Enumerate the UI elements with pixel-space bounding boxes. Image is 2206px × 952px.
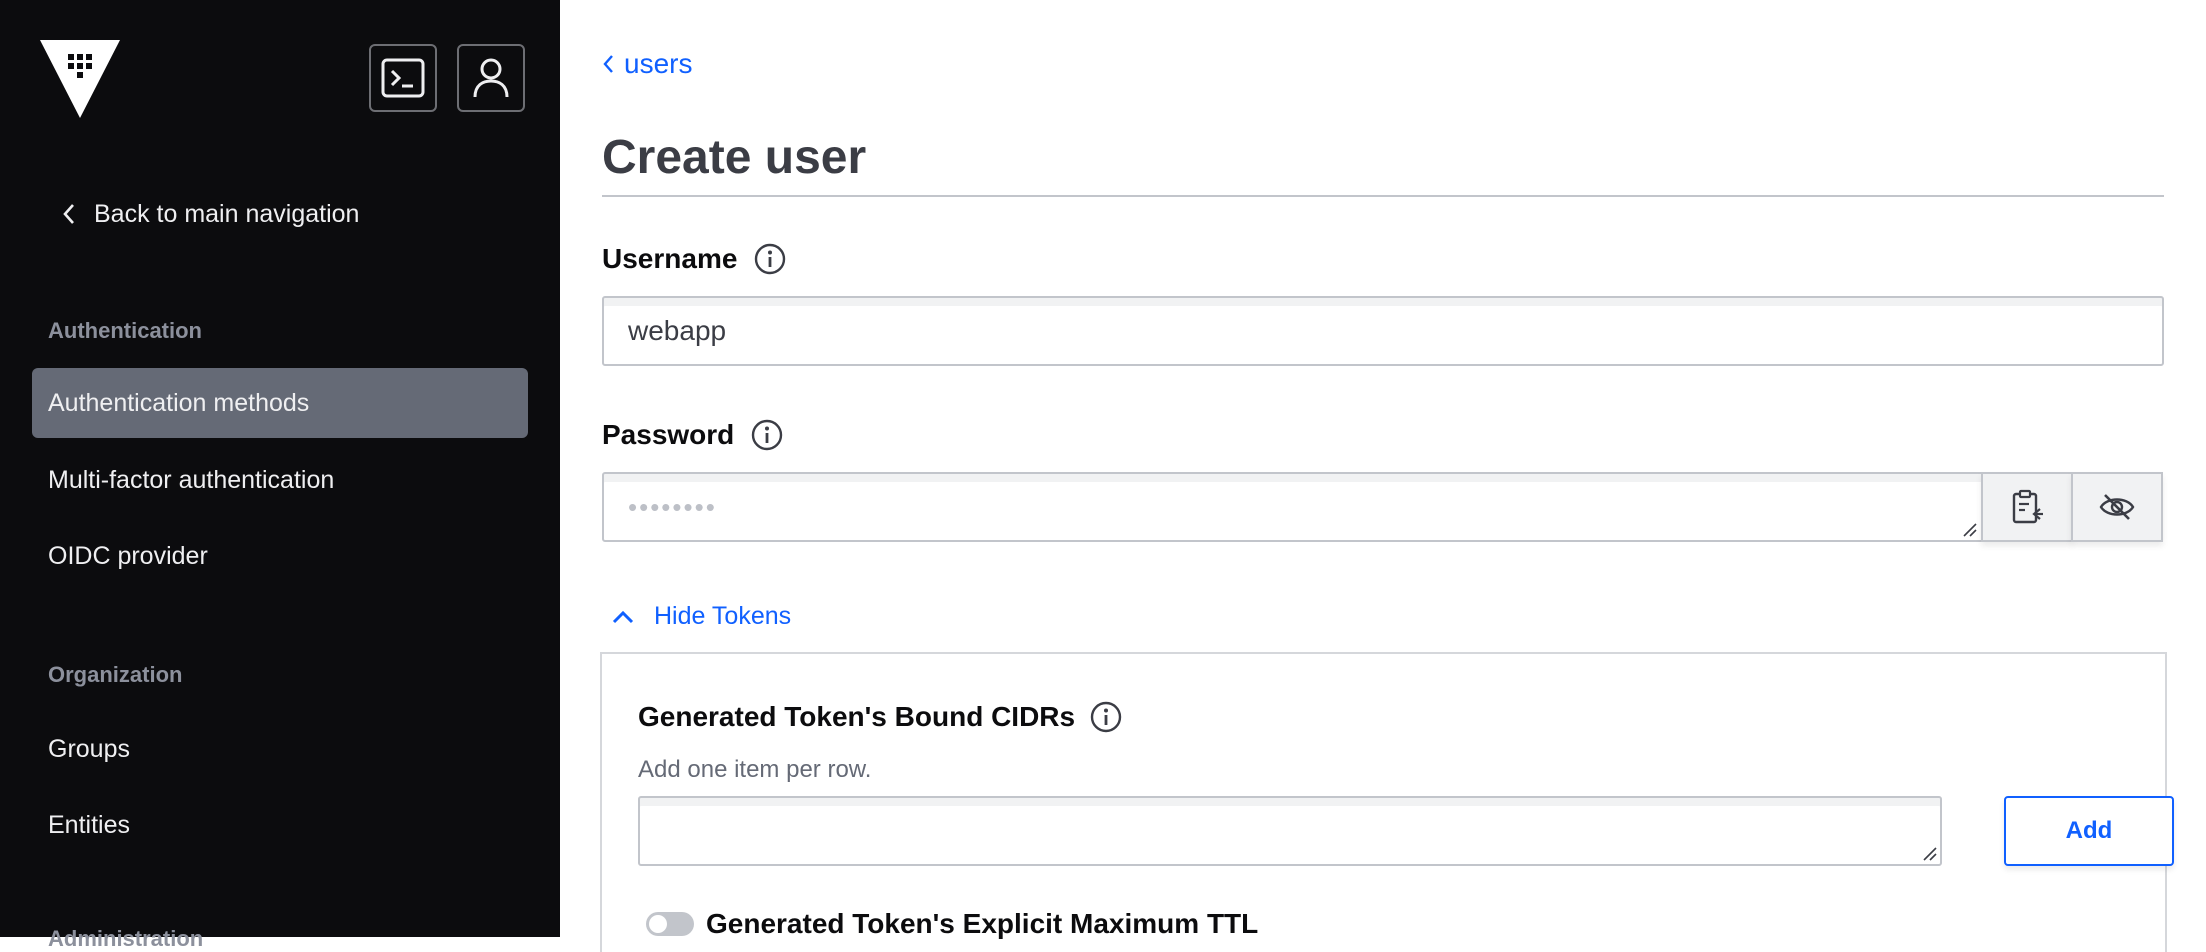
- sidebar-item-oidc-provider[interactable]: OIDC provider: [32, 521, 528, 591]
- username-label: Username: [602, 242, 787, 276]
- user-icon: [473, 58, 509, 98]
- sidebar-item-mfa[interactable]: Multi-factor authentication: [32, 445, 528, 515]
- sidebar-item-authentication-methods[interactable]: Authentication methods: [32, 368, 528, 438]
- section-heading-authentication: Authentication: [48, 318, 202, 343]
- add-cidr-button[interactable]: Add: [2004, 796, 2174, 866]
- sidebar-item-label: Entities: [48, 810, 130, 839]
- clipboard-paste-icon: [2012, 489, 2043, 524]
- sidebar-item-entities[interactable]: Entities: [32, 790, 528, 860]
- explicit-max-ttl-toggle[interactable]: [646, 912, 694, 936]
- sidebar-item-groups[interactable]: Groups: [32, 714, 528, 784]
- hide-tokens-toggle[interactable]: Hide Tokens: [612, 602, 791, 631]
- breadcrumb-users-link[interactable]: users: [624, 48, 692, 80]
- bound-cidrs-label: Generated Token's Bound CIDRs: [638, 700, 1123, 734]
- sidebar-item-label: Groups: [48, 734, 130, 763]
- user-menu-button[interactable]: [457, 44, 525, 112]
- vault-logo-icon[interactable]: [40, 40, 120, 118]
- back-to-main-nav-link[interactable]: Back to main navigation: [62, 194, 359, 234]
- chevron-up-icon: [612, 610, 634, 623]
- main-content: users Create user Username Password: [560, 0, 2206, 952]
- title-divider: [602, 195, 2164, 197]
- bound-cidrs-label-text: Generated Token's Bound CIDRs: [638, 701, 1076, 732]
- tokens-panel: Generated Token's Bound CIDRs Add one it…: [600, 652, 2174, 952]
- toggle-knob: [649, 915, 667, 933]
- breadcrumb[interactable]: users: [602, 48, 692, 80]
- username-label-text: Username: [602, 243, 738, 274]
- explicit-max-ttl-label-text: Generated Token's Explicit Maximum TTL: [706, 908, 1259, 939]
- sidebar-item-label: Authentication methods: [48, 388, 310, 417]
- section-heading-administration: Administration: [48, 926, 204, 951]
- password-label-text: Password: [602, 419, 735, 450]
- chevron-left-icon: [603, 55, 613, 73]
- resize-grip-icon[interactable]: [1922, 846, 1938, 862]
- sidebar: Back to main navigation Authentication A…: [0, 0, 560, 951]
- resize-grip-icon[interactable]: [1962, 522, 1978, 538]
- section-heading-organization: Organization: [48, 662, 183, 687]
- bound-cidrs-input[interactable]: [638, 796, 1942, 866]
- terminal-icon: [381, 58, 425, 98]
- back-link-label: Back to main navigation: [94, 199, 360, 228]
- console-button[interactable]: [369, 44, 437, 112]
- username-input[interactable]: [602, 296, 2164, 366]
- chevron-left-icon: [63, 204, 74, 224]
- eye-off-icon: [2099, 494, 2135, 520]
- info-icon[interactable]: [753, 242, 787, 276]
- page-title: Create user: [602, 131, 867, 184]
- password-input[interactable]: [602, 472, 1984, 542]
- info-icon[interactable]: [1089, 700, 1123, 734]
- password-label: Password: [602, 418, 784, 452]
- bound-cidrs-helper-text: Add one item per row.: [638, 756, 872, 783]
- explicit-max-ttl-label: Generated Token's Explicit Maximum TTL: [706, 908, 1258, 940]
- toggle-visibility-button[interactable]: [2071, 472, 2163, 542]
- sidebar-item-label: OIDC provider: [48, 541, 208, 570]
- info-icon[interactable]: [750, 418, 784, 452]
- paste-button[interactable]: [1981, 472, 2073, 542]
- sidebar-item-label: Multi-factor authentication: [48, 465, 335, 494]
- hide-tokens-label: Hide Tokens: [654, 602, 792, 630]
